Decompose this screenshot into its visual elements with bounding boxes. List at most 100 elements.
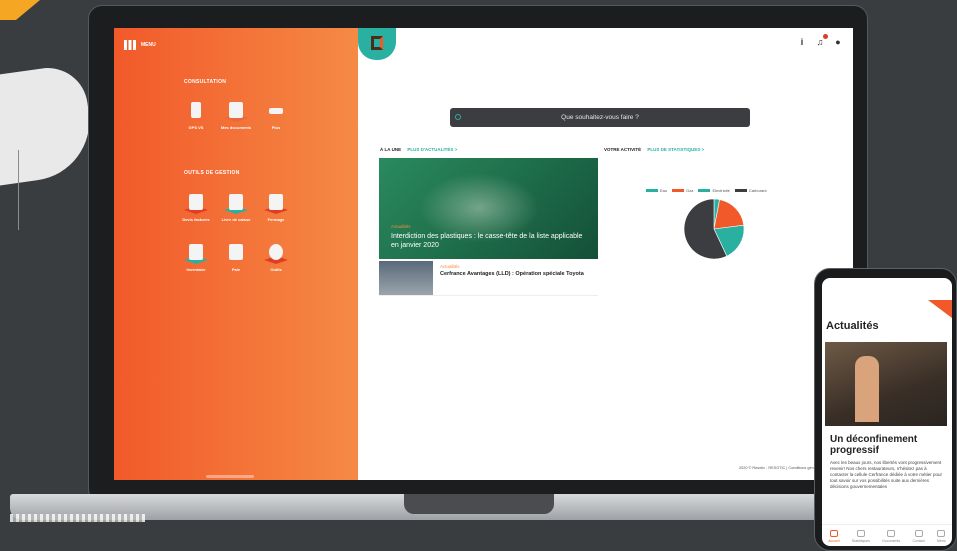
phone-corner-decor <box>928 300 952 318</box>
legend-swatch <box>672 189 685 193</box>
news-tag: Actualités <box>440 264 460 269</box>
search-input[interactable]: Que souhaitez-vous faire ? <box>450 108 750 127</box>
more-stats-link[interactable]: PLUS DE STATISTIQUES > <box>647 147 704 152</box>
legend-item: Carburant <box>734 188 767 193</box>
phone-screen: Actualités Un déconfinement progressif A… <box>822 278 952 546</box>
nav-label: Statistiques <box>851 539 870 543</box>
cashbook-icon <box>222 190 250 214</box>
phone-news-text: Avec les beaux jours, nos libertés vont … <box>830 460 943 489</box>
gps-icon <box>182 98 210 122</box>
payroll-icon <box>222 240 250 264</box>
legend-swatch <box>698 189 711 193</box>
laptop-screen: MENU CONSULTATION GPS VS Mes documents P… <box>114 28 853 480</box>
legend-label: Eau <box>660 188 668 193</box>
nav-documents[interactable]: Documents <box>882 530 900 543</box>
sidebar-panel: MENU CONSULTATION GPS VS Mes documents P… <box>114 28 358 480</box>
home-icon <box>829 530 838 537</box>
bell-icon[interactable]: ♫ <box>815 34 828 47</box>
notification-badge <box>823 34 828 39</box>
menu-button[interactable]: MENU <box>124 40 156 50</box>
inventory-icon <box>182 240 210 264</box>
nav-home[interactable]: Accueil <box>828 530 840 543</box>
activity-pie-chart <box>683 198 745 260</box>
legend-item: Eau <box>646 188 667 193</box>
chat-icon <box>914 530 923 537</box>
nav-label: Contact <box>912 539 925 543</box>
app-logo[interactable] <box>358 28 396 60</box>
search-placeholder: Que souhaitez-vous faire ? <box>561 114 639 121</box>
news-heading-label: À LA UNE <box>380 147 402 152</box>
news-title: Interdiction des plastiques : le casse-t… <box>391 233 583 249</box>
decor-white-shape <box>0 62 98 188</box>
tool-label: Outils <box>270 267 282 272</box>
tool-label: Livre de caisse <box>221 217 251 222</box>
more-news-link[interactable]: PLUS D'ACTUALITÉS > <box>407 147 457 152</box>
featured-news-card[interactable]: Actualités Interdiction des plastiques :… <box>379 158 598 259</box>
news-item[interactable]: Actualités Cerfrance Avantages (LLD) : O… <box>379 260 598 296</box>
tool-label: Fermage <box>267 217 285 222</box>
tools-icon <box>262 240 290 264</box>
document-icon <box>887 530 896 537</box>
section-title-tools: OUTILS DE GESTION <box>184 170 240 176</box>
tool-documents[interactable]: Mes documents <box>216 98 256 130</box>
info-icon[interactable]: i <box>797 37 807 47</box>
stats-icon <box>856 530 865 537</box>
lease-icon <box>262 190 290 214</box>
user-icon[interactable]: ● <box>833 37 843 47</box>
laptop-base-stripe <box>10 514 145 522</box>
stats-heading: VOTRE ACTIVITÉ PLUS DE STATISTIQUES > <box>604 147 704 152</box>
legend-item: Gaz <box>672 188 693 193</box>
tool-label: GPS VS <box>188 125 204 130</box>
tool-payroll[interactable]: Paie <box>216 240 256 272</box>
legend-label: Carburant <box>748 188 767 193</box>
legend-label: Gaz <box>686 188 694 193</box>
legend-item: Electricité <box>698 188 730 193</box>
tool-label: Devis factures <box>182 217 210 222</box>
hamburger-icon <box>937 530 946 537</box>
nav-stats[interactable]: Statistiques <box>852 530 870 543</box>
legend-swatch <box>646 189 658 193</box>
sidebar-scroll-hint <box>206 475 254 478</box>
logo-mark <box>371 36 383 50</box>
nav-label: Menu <box>936 539 946 543</box>
tool-more[interactable]: Plus <box>256 98 296 130</box>
decor-yellow-shape <box>0 0 40 20</box>
stats-heading-label: VOTRE ACTIVITÉ <box>604 147 642 152</box>
laptop-notch <box>404 494 554 514</box>
tool-lease[interactable]: Fermage <box>256 190 296 222</box>
menu-label: MENU <box>141 42 156 48</box>
news-thumbnail <box>379 261 433 295</box>
phone-page-title: Actualités <box>826 320 879 332</box>
news-heading: À LA UNE PLUS D'ACTUALITÉS > <box>380 147 457 152</box>
tool-label: Paie <box>231 267 241 272</box>
tool-label: Inventaire <box>186 267 206 272</box>
invoice-icon <box>182 190 210 214</box>
tool-label: Mes documents <box>220 125 252 130</box>
nav-label: Documents <box>882 539 901 543</box>
phone-news-image[interactable] <box>825 342 947 426</box>
nav-label: Accueil <box>828 539 840 543</box>
tool-cashbook[interactable]: Livre de caisse <box>216 190 256 222</box>
legend-label: Electricité <box>712 188 730 193</box>
grid-icon <box>124 40 136 50</box>
nav-menu[interactable]: Menu <box>937 530 946 543</box>
news-tag: Actualités <box>391 224 411 229</box>
news-title: Cerfrance Avantages (LLD) : Opération sp… <box>440 271 584 277</box>
tool-invoices[interactable]: Devis factures <box>176 190 216 222</box>
tool-gps[interactable]: GPS VS <box>176 98 216 130</box>
phone-bottom-nav: Accueil Statistiques Documents Contact M… <box>822 524 952 546</box>
top-icons: i ♫ ● <box>797 34 843 47</box>
phone-news-title[interactable]: Un déconfinement progressif <box>830 434 945 456</box>
tool-inventory[interactable]: Inventaire <box>176 240 216 272</box>
folder-icon <box>222 98 250 122</box>
decor-line <box>18 150 19 230</box>
legend-swatch <box>734 189 747 193</box>
tool-tools[interactable]: Outils <box>256 240 296 272</box>
chart-legend: Eau Gaz Electricité Carburant <box>646 188 767 193</box>
tool-label: Plus <box>271 125 281 130</box>
chef-figure <box>855 356 879 422</box>
search-icon <box>455 114 461 120</box>
more-icon <box>262 98 290 122</box>
section-title-consultation: CONSULTATION <box>184 79 227 85</box>
nav-contact[interactable]: Contact <box>913 530 925 543</box>
